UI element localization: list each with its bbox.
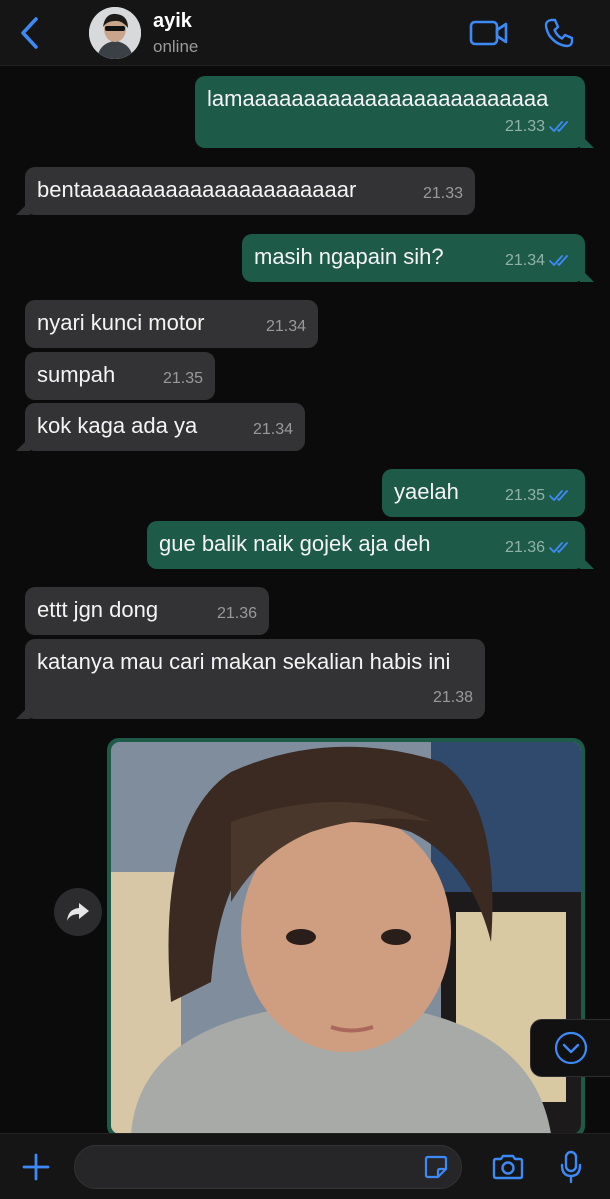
camera-icon: [492, 1154, 524, 1180]
message-time: 21.35: [162, 370, 203, 387]
message-time: 21.38: [432, 689, 473, 706]
message-meta: 21.36: [217, 600, 257, 627]
double-check-icon: [549, 541, 568, 553]
double-check-icon: [549, 120, 568, 132]
video-camera-icon: [469, 20, 508, 46]
forward-button[interactable]: [54, 888, 102, 936]
message-meta: 21.35: [505, 482, 573, 509]
sticker-button[interactable]: [421, 1152, 451, 1182]
message-bubble-outgoing[interactable]: lamaaaaaaaaaaaaaaaaaaaaaaaaa 21.33: [195, 76, 594, 148]
photo-message[interactable]: [107, 738, 585, 1133]
contact-name[interactable]: ayik: [153, 10, 192, 33]
message-time: 21.33: [422, 185, 463, 202]
message-time: 21.36: [216, 605, 257, 622]
message-text: katanya mau cari makan sekalian habis in…: [37, 649, 451, 674]
message-time: 21.34: [252, 421, 293, 438]
scroll-down-button[interactable]: [530, 1019, 610, 1077]
message-bubble-incoming[interactable]: kok kaga ada ya 21.34: [16, 403, 305, 451]
attach-button[interactable]: [13, 1144, 59, 1190]
message-composer: [0, 1133, 610, 1199]
voice-call-button[interactable]: [538, 14, 580, 52]
message-meta: 21.35: [163, 365, 203, 392]
message-meta: 21.33: [505, 113, 573, 140]
message-list[interactable]: lamaaaaaaaaaaaaaaaaaaaaaaaaa 21.33 benta…: [0, 66, 610, 1133]
phone-icon: [544, 18, 574, 48]
message-bubble-outgoing[interactable]: gue balik naik gojek aja deh 21.36: [147, 521, 594, 569]
message-meta: 21.34: [266, 313, 306, 340]
message-bubble-outgoing[interactable]: masih ngapain sih? 21.34: [242, 234, 594, 282]
camera-button[interactable]: [485, 1144, 531, 1190]
message-text: lamaaaaaaaaaaaaaaaaaaaaaaaaa: [207, 86, 549, 111]
message-time: 21.33: [504, 118, 545, 135]
message-meta: 21.33: [423, 180, 463, 207]
message-meta: 21.36: [505, 534, 573, 561]
sticker-icon: [424, 1155, 448, 1179]
message-bubble-incoming[interactable]: nyari kunci motor 21.34: [25, 300, 318, 348]
message-time: 21.34: [504, 252, 545, 269]
message-bubble-incoming[interactable]: bentaaaaaaaaaaaaaaaaaaaaaar 21.33: [16, 167, 475, 215]
avatar[interactable]: [89, 7, 141, 59]
chevron-down-circle-icon: [554, 1031, 587, 1065]
forward-arrow-icon: [67, 903, 89, 921]
message-bubble-incoming[interactable]: katanya mau cari makan sekalian habis in…: [16, 639, 485, 719]
message-meta: 21.34: [505, 247, 573, 274]
double-check-icon: [549, 254, 568, 266]
plus-icon: [22, 1153, 50, 1181]
message-time: 21.36: [504, 539, 545, 556]
microphone-icon: [560, 1150, 582, 1184]
back-button[interactable]: [14, 14, 44, 52]
message-bubble-outgoing[interactable]: yaelah 21.35: [382, 469, 585, 517]
chat-header: ayik online: [0, 0, 610, 66]
message-bubble-incoming[interactable]: sumpah 21.35: [25, 352, 215, 400]
message-input[interactable]: [74, 1145, 462, 1189]
message-time: 21.35: [504, 487, 545, 504]
message-bubble-incoming[interactable]: ettt jgn dong 21.36: [25, 587, 269, 635]
video-call-button[interactable]: [468, 14, 510, 52]
message-meta: 21.38: [433, 684, 473, 711]
message-meta: 21.34: [253, 416, 293, 443]
photo-image[interactable]: [111, 742, 581, 1133]
contact-status: online: [153, 37, 199, 56]
double-check-icon: [549, 489, 568, 501]
message-time: 21.34: [265, 318, 306, 335]
message-text: bentaaaaaaaaaaaaaaaaaaaaaar: [37, 177, 357, 202]
voice-message-button[interactable]: [548, 1144, 594, 1190]
chevron-left-icon: [21, 17, 38, 49]
